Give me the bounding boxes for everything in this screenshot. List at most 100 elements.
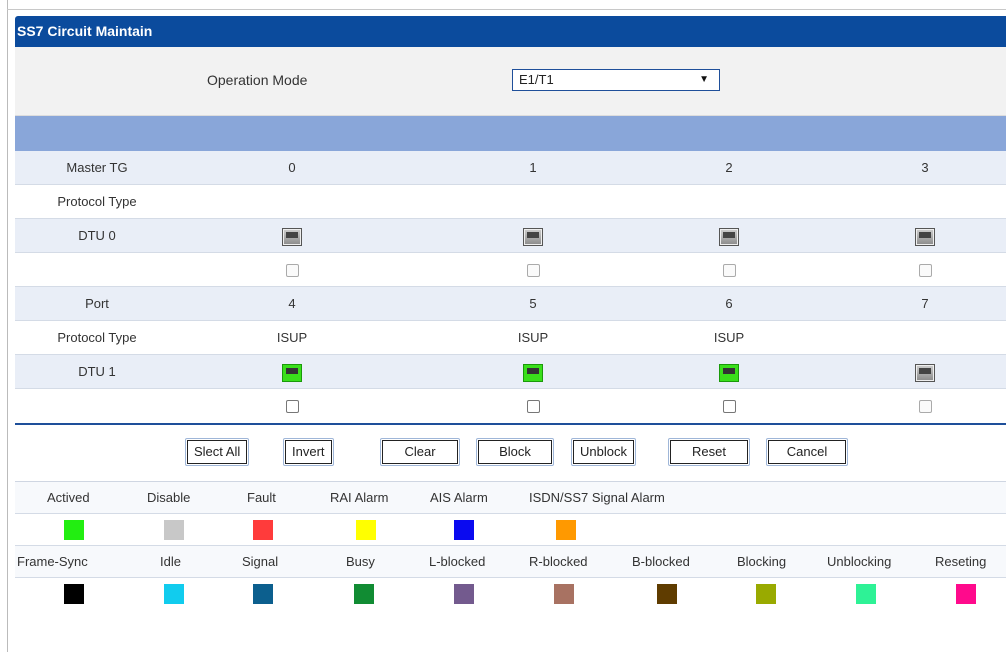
legend-swatch (354, 584, 374, 604)
legend-label: Busy (346, 554, 375, 569)
operation-mode-select[interactable]: E1/T1 ▼ (512, 69, 720, 91)
alarm-legend-labels: Actived Disable Fault RAI Alarm AIS Alar… (15, 482, 1006, 514)
port-checkbox[interactable] (722, 400, 736, 414)
legend-swatch (756, 584, 776, 604)
operation-mode-label: Operation Mode (207, 72, 308, 88)
legend-swatch (164, 520, 184, 540)
protocol-row-dtu1: Protocol Type ISUP ISUP ISUP (15, 321, 1006, 355)
legend-label: R-blocked (529, 554, 588, 569)
panel-title: SS7 Circuit Maintain (15, 16, 1006, 47)
legend-swatch (454, 520, 474, 540)
port-checkbox[interactable] (285, 400, 299, 414)
dtu1-row: DTU 1 (15, 355, 1006, 389)
ethernet-port-icon[interactable] (719, 363, 739, 382)
legend-swatch (253, 584, 273, 604)
circuit-grid: Master TG 0 1 2 3 Protocol Type DTU 0 Po… (15, 151, 1006, 423)
dtu0-checkbox-row (15, 253, 1006, 287)
dtu0-label: DTU 0 (78, 228, 116, 243)
port-checkbox[interactable] (918, 400, 932, 414)
port-checkbox[interactable] (526, 400, 540, 414)
legend-label: Disable (147, 490, 191, 505)
alarm-legend-swatches (15, 514, 1006, 546)
port-col: 5 (529, 296, 537, 311)
legend-swatch (657, 584, 677, 604)
operation-mode-value: E1/T1 (519, 72, 554, 87)
port-checkbox[interactable] (918, 264, 932, 278)
section-band (15, 116, 1006, 151)
legend-swatch (454, 584, 474, 604)
protocol-value (875, 185, 975, 218)
legend-label: Signal (242, 554, 279, 569)
master-tg-col: 1 (529, 160, 537, 175)
legend-label: L-blocked (429, 554, 486, 569)
ethernet-port-icon[interactable] (523, 363, 543, 382)
ethernet-port-icon[interactable] (915, 227, 935, 246)
dtu1-label: DTU 1 (78, 364, 116, 379)
master-tg-col: 0 (288, 160, 296, 175)
top-border (7, 9, 1006, 10)
port-col: 7 (921, 296, 929, 311)
state-legend-swatches (15, 578, 1006, 610)
legend-label: Reseting (935, 554, 987, 569)
operation-mode-row: Operation Mode E1/T1 ▼ (15, 47, 1006, 116)
master-tg-row: Master TG 0 1 2 3 (15, 151, 1006, 185)
legend-label: Fault (247, 490, 276, 505)
legend-swatch (556, 520, 576, 540)
legend-swatch (253, 520, 273, 540)
reset-button[interactable]: Reset (668, 438, 750, 466)
action-button-row: Slect All Invert Clear Block Unblock Res… (15, 425, 1006, 469)
legend-label: ISDN/SS7 Signal Alarm (529, 490, 665, 505)
port-row: Port 4 5 6 7 (15, 287, 1006, 321)
block-button[interactable]: Block (476, 438, 554, 466)
port-label: Port (85, 296, 109, 311)
cancel-button[interactable]: Cancel (766, 438, 848, 466)
dropdown-arrow-icon: ▼ (699, 74, 709, 85)
ethernet-port-icon[interactable] (719, 227, 739, 246)
legend-swatch (356, 520, 376, 540)
legend-swatch (554, 584, 574, 604)
legend-label: Unblocking (827, 554, 892, 569)
port-checkbox[interactable] (722, 264, 736, 278)
window-frame: SS7 Circuit Maintain Operation Mode E1/T… (0, 0, 1006, 652)
legend-swatch (64, 584, 84, 604)
port-col: 6 (725, 296, 733, 311)
port-col: 4 (288, 296, 296, 311)
clear-button[interactable]: Clear (380, 438, 460, 466)
circuit-maintain-panel: SS7 Circuit Maintain Operation Mode E1/T… (15, 16, 1006, 652)
protocol-value (242, 185, 342, 218)
invert-button[interactable]: Invert (283, 438, 334, 466)
legend-label: B-blocked (632, 554, 690, 569)
master-tg-col: 3 (921, 160, 929, 175)
legend-label: Idle (160, 554, 181, 569)
protocol-value: ISUP (713, 330, 745, 345)
protocol-value: ISUP (517, 330, 549, 345)
legend-label: AIS Alarm (430, 490, 488, 505)
select-all-button[interactable]: Slect All (184, 438, 250, 466)
protocol-type-label: Protocol Type (57, 330, 137, 345)
protocol-type-label: Protocol Type (57, 194, 137, 209)
ethernet-port-icon[interactable] (282, 227, 302, 246)
port-checkbox[interactable] (526, 264, 540, 278)
protocol-row-dtu0: Protocol Type (15, 185, 1006, 219)
legend-label: RAI Alarm (330, 490, 389, 505)
protocol-value: ISUP (276, 330, 308, 345)
unblock-button[interactable]: Unblock (571, 438, 636, 466)
legend-label: Actived (47, 490, 90, 505)
legend-swatch (856, 584, 876, 604)
port-checkbox[interactable] (285, 264, 299, 278)
dtu1-checkbox-row (15, 389, 1006, 423)
protocol-value (483, 185, 583, 218)
ethernet-port-icon[interactable] (282, 363, 302, 382)
master-tg-label: Master TG (66, 160, 128, 175)
left-border (7, 0, 8, 652)
legend-swatch (64, 520, 84, 540)
legend-swatch (956, 584, 976, 604)
legend-label: Blocking (737, 554, 787, 569)
legend-swatch (164, 584, 184, 604)
dtu0-row: DTU 0 (15, 219, 1006, 253)
protocol-value (679, 185, 779, 218)
ethernet-port-icon[interactable] (915, 363, 935, 382)
master-tg-col: 2 (725, 160, 733, 175)
ethernet-port-icon[interactable] (523, 227, 543, 246)
protocol-value (875, 321, 975, 354)
